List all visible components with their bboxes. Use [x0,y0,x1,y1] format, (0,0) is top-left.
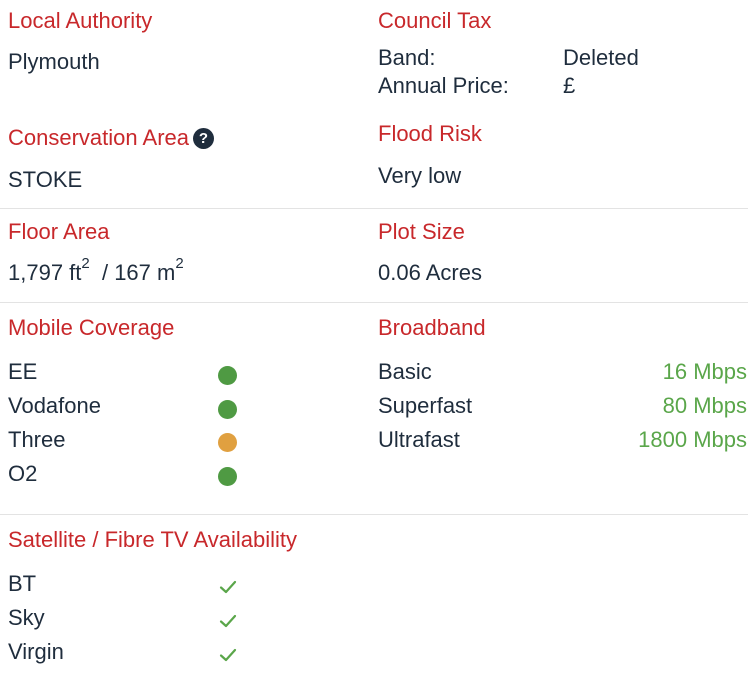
coverage-status-dot [218,366,237,385]
checkmark-icon [219,580,237,594]
floor-area-heading: Floor Area [8,219,110,244]
checkmark-icon [219,648,237,662]
broadband-tier-name: Superfast [378,393,473,418]
broadband-speed: 1800 Mbps [638,427,747,452]
tv-availability-heading: Satellite / Fibre TV Availability [8,527,297,552]
council-tax-price-label: Annual Price: [378,73,509,98]
floor-area-m: / 167 m [95,260,176,285]
broadband-tier-name: Basic [378,359,432,384]
floor-area-value: 1,797 ft2 / 167 m2 [8,256,184,286]
conservation-area-label: Conservation Area [8,125,189,150]
floor-area-ft-exponent: 2 [81,254,90,272]
local-authority-value: Plymouth [8,49,100,74]
plot-size-value: 0.06 Acres [378,260,482,285]
coverage-status-dot [218,467,237,486]
conservation-area-heading: Conservation Area? [8,125,214,151]
floor-area-ft: 1,797 ft [8,260,82,285]
coverage-status-dot [218,433,237,452]
floor-area-m-exponent: 2 [175,254,184,272]
coverage-status-dot [218,400,237,419]
council-tax-heading: Council Tax [378,8,492,33]
broadband-heading: Broadband [378,315,486,340]
conservation-area-value: STOKE [8,167,83,192]
mobile-provider-name: EE [8,359,38,384]
tv-provider-name: Sky [8,605,45,630]
council-tax-price-value: £ [563,73,576,98]
question-circle-icon[interactable]: ? [193,128,214,149]
council-tax-band-label: Band: [378,45,436,70]
section-divider [0,208,748,209]
council-tax-band-value: Deleted [563,45,639,70]
tv-provider-name: Virgin [8,639,64,664]
mobile-provider-name: O2 [8,461,38,486]
flood-risk-value: Very low [378,163,462,188]
local-authority-heading: Local Authority [8,8,153,33]
mobile-provider-name: Three [8,427,66,452]
plot-size-heading: Plot Size [378,219,465,244]
mobile-provider-name: Vodafone [8,393,101,418]
checkmark-icon [219,614,237,628]
section-divider [0,514,748,515]
tv-provider-name: BT [8,571,37,596]
flood-risk-heading: Flood Risk [378,121,482,146]
section-divider [0,302,748,303]
broadband-tier-name: Ultrafast [378,427,460,452]
broadband-speed: 80 Mbps [662,393,747,418]
mobile-coverage-heading: Mobile Coverage [8,315,175,340]
broadband-speed: 16 Mbps [662,359,747,384]
